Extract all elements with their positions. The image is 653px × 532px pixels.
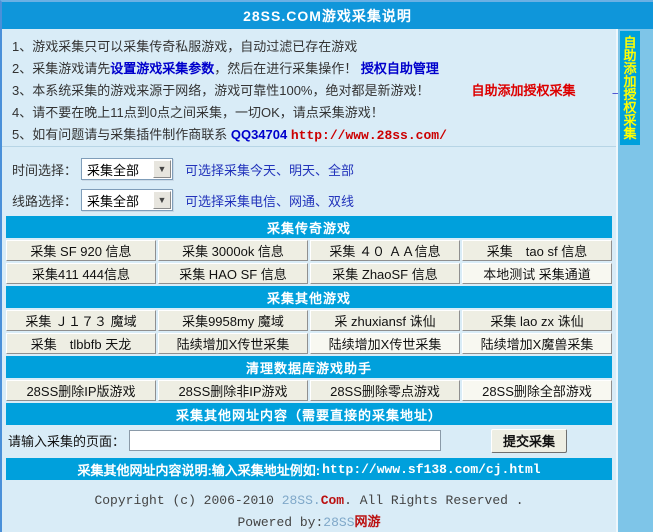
line-selector-row: 线路选择： 采集全部 ▼ 可选择采集电信、网通、双线 (12, 187, 616, 213)
homepage-link[interactable]: http://www.28ss.com/ (291, 128, 447, 143)
collect-3000ok-button[interactable]: 采集 3000ok 信息 (158, 240, 308, 261)
body-row: 1、游戏采集只可以采集传奇私服游戏，自动过滤已存在游戏 2、采集游戏请先设置游戏… (2, 29, 653, 532)
instruction-4: 4、请不要在晚上11点到0点之间采集，一切OK，请点采集游戏！ (12, 102, 610, 124)
instruction-5: 5、如有问题请与采集插件制作商联系 QQ34704 http://www.28s… (12, 124, 610, 147)
upcoming-chuanshi-button-2[interactable]: 陆续增加X传世采集 (310, 333, 460, 354)
selector-area: 时间选择： 采集全部 ▼ 可选择采集今天、明天、全部 线路选择： 采集全部 ▼ … (2, 147, 616, 214)
self-auth-vertical-banner[interactable]: 自助添加授权采集 (620, 31, 640, 145)
note-bar: 采集其他网址内容说明:输入采集地址例如: http://www.sf138.co… (6, 458, 612, 480)
rights-text: . All Rights Reserved . (344, 493, 523, 508)
self-auth-collect-link[interactable]: 自助添加授权采集 (471, 80, 575, 102)
time-select-label: 时间选择： (12, 160, 77, 179)
local-test-channel-button[interactable]: 本地测试 采集通道 (462, 263, 612, 284)
instruction-1: 1、游戏采集只可以采集传奇私服游戏，自动过滤已存在游戏 (12, 36, 610, 58)
upcoming-chuanshi-button-1[interactable]: 陆续增加X传世采集 (158, 333, 308, 354)
instruction-3-text: 3、本系统采集的游戏来源于网络，游戏可靠性100%，绝对都是新游戏！ (12, 80, 429, 102)
copyright-text: Copyright (c) 2006-2010 (94, 493, 281, 508)
line-select-desc: 可选择采集电信、网通、双线 (185, 191, 354, 210)
powered-by-text: Powered by: (237, 515, 323, 530)
brand-com: Com (321, 493, 344, 508)
example-url-link[interactable]: http://www.sf138.com/cj.html (322, 462, 540, 477)
instructions-list: 1、游戏采集只可以采集传奇私服游戏，自动过滤已存在游戏 2、采集游戏请先设置游戏… (2, 29, 616, 147)
line-select-value: 采集全部 (82, 191, 153, 210)
instruction-2: 2、采集游戏请先设置游戏采集参数，然后在进行采集操作！ 授权自助管理 (12, 58, 610, 80)
delete-all-games-button[interactable]: 28SS删除全部游戏 (462, 380, 612, 401)
powered-brand-28ss: 28SS (323, 515, 354, 530)
upcoming-moshou-button[interactable]: 陆续增加X魔兽采集 (462, 333, 612, 354)
section-header-cleanup: 清理数据库游戏助手 (6, 356, 612, 378)
collect-haosf-button[interactable]: 采集 HAO SF 信息 (158, 263, 308, 284)
auth-manage-link[interactable]: 授权自助管理 (361, 61, 439, 76)
line-select-label: 线路选择： (12, 191, 77, 210)
section-header-other: 采集其他游戏 (6, 286, 612, 308)
url-input-label: 请输入采集的页面： (8, 431, 125, 450)
collect-tlbbfb-button[interactable]: 采集 tlbbfb 天龙 (6, 333, 156, 354)
footer: Copyright (c) 2006-2010 28SS.Com. All Ri… (2, 480, 616, 532)
instruction-5-text: 5、如有问题请与采集插件制作商联系 (12, 127, 231, 142)
time-select-desc: 可选择采集今天、明天、全部 (185, 160, 354, 179)
collect-zhuxiansf-button[interactable]: 采 zhuxiansf 诛仙 (310, 310, 460, 331)
table-row: 采集 Ｊ１７３ 魔域 采集9958my 魔域 采 zhuxiansf 诛仙 采集… (6, 310, 612, 331)
collect-sf920-button[interactable]: 采集 SF 920 信息 (6, 240, 156, 261)
url-form: 请输入采集的页面： 提交采集 (2, 425, 616, 456)
table-row: 28SS删除IP版游戏 28SS删除非IP游戏 28SS删除零点游戏 28SS删… (6, 380, 612, 401)
line-select[interactable]: 采集全部 ▼ (81, 189, 173, 211)
collect-table: 采集传奇游戏 采集 SF 920 信息 采集 3000ok 信息 采集 ４０ Ａ… (6, 216, 612, 425)
instruction-2-text: 2、采集游戏请先 (12, 61, 110, 76)
instruction-3: 3、本系统采集的游戏来源于网络，游戏可靠性100%，绝对都是新游戏！ 自助添加授权… (12, 80, 610, 102)
delete-midnight-games-button[interactable]: 28SS删除零点游戏 (310, 380, 460, 401)
page: 28SS.COM游戏采集说明 1、游戏采集只可以采集传奇私服游戏，自动过滤已存在… (0, 0, 653, 532)
copyright-line: Copyright (c) 2006-2010 28SS.Com. All Ri… (2, 490, 616, 512)
time-select-value: 采集全部 (82, 160, 153, 179)
collect-411-444-button[interactable]: 采集411 444信息 (6, 263, 156, 284)
page-title: 28SS.COM游戏采集说明 (2, 2, 653, 29)
powered-brand-wangyou: 网游 (355, 515, 381, 530)
collect-j173-button[interactable]: 采集 Ｊ１７３ 魔域 (6, 310, 156, 331)
table-row: 采集411 444信息 采集 HAO SF 信息 采集 ZhaoSF 信息 本地… (6, 263, 612, 284)
collect-laozx-button[interactable]: 采集 lao zx 诛仙 (462, 310, 612, 331)
brand-28ss: 28SS. (282, 493, 321, 508)
collect-40aa-button[interactable]: 采集 ４０ ＡＡ信息 (310, 240, 460, 261)
section-header-legend: 采集传奇游戏 (6, 216, 612, 238)
main-content: 1、游戏采集只可以采集传奇私服游戏，自动过滤已存在游戏 2、采集游戏请先设置游戏… (2, 29, 618, 532)
chevron-down-icon[interactable]: ▼ (153, 191, 171, 209)
delete-ip-games-button[interactable]: 28SS删除IP版游戏 (6, 380, 156, 401)
chevron-down-icon[interactable]: ▼ (153, 160, 171, 178)
collect-taosf-button[interactable]: 采集 tao sf 信息 (462, 240, 612, 261)
collect-zhaosf-button[interactable]: 采集 ZhaoSF 信息 (310, 263, 460, 284)
time-select[interactable]: 采集全部 ▼ (81, 158, 173, 180)
table-row: 采集 tlbbfb 天龙 陆续增加X传世采集 陆续增加X传世采集 陆续增加X魔兽… (6, 333, 612, 354)
set-params-link[interactable]: 设置游戏采集参数 (110, 61, 214, 76)
table-row: 采集 SF 920 信息 采集 3000ok 信息 采集 ４０ ＡＡ信息 采集 … (6, 240, 612, 261)
collect-9958my-button[interactable]: 采集9958my 魔域 (158, 310, 308, 331)
url-input[interactable] (129, 430, 441, 451)
instruction-2-mid: ，然后在进行采集操作！ (214, 61, 361, 76)
powered-by-line: Powered by:28SS网游 (2, 512, 616, 532)
section-header-url-capture: 采集其他网址内容（需要直接的采集地址） (6, 403, 612, 425)
time-selector-row: 时间选择： 采集全部 ▼ 可选择采集今天、明天、全部 (12, 156, 616, 182)
right-sidebar: 自助添加授权采集 (618, 29, 653, 532)
note-label: 采集其他网址内容说明:输入采集地址例如: (77, 460, 320, 479)
qq-contact: QQ34704 (231, 127, 287, 142)
submit-collect-button[interactable]: 提交采集 (491, 429, 567, 453)
delete-nonip-games-button[interactable]: 28SS删除非IP游戏 (158, 380, 308, 401)
